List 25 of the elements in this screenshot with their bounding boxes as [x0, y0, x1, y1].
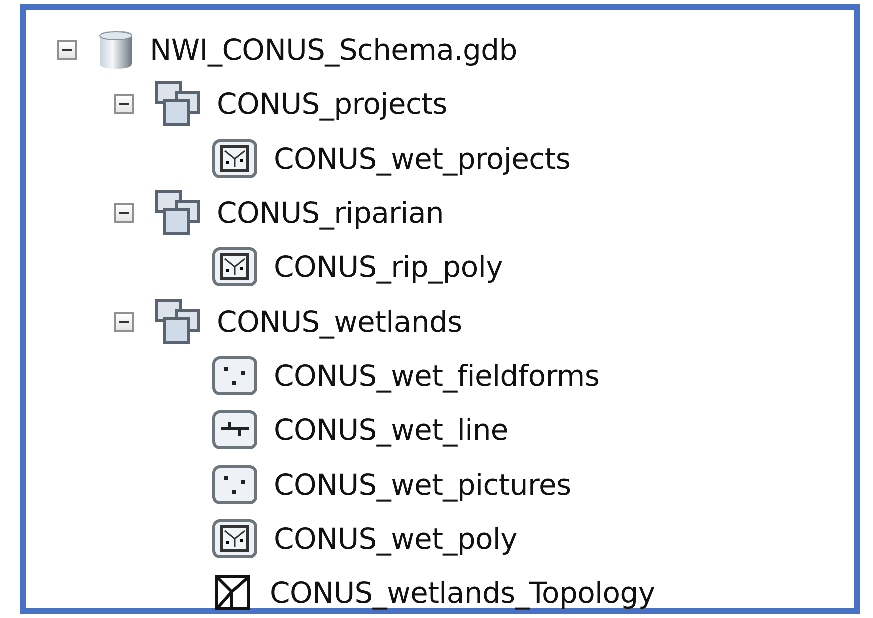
tree-item-label[interactable]: CONUS_wet_line — [274, 413, 508, 448]
polygon-feature-class-icon — [212, 138, 258, 179]
database-icon — [98, 30, 134, 70]
feature-dataset-icon — [155, 190, 201, 236]
tree-item-label[interactable]: NWI_CONUS_Schema.gdb — [150, 33, 518, 68]
tree-item-label[interactable]: CONUS_wetlands — [217, 304, 462, 339]
polygon-feature-class-icon — [212, 247, 258, 288]
point-feature-class-icon — [212, 464, 258, 505]
collapse-toggle[interactable] — [114, 94, 134, 114]
feature-dataset-icon — [155, 81, 201, 128]
tree-item-label[interactable]: CONUS_wet_pictures — [274, 468, 572, 502]
tree-item-label[interactable]: CONUS_riparian — [217, 196, 444, 230]
polygon-feature-class-icon — [212, 518, 258, 559]
collapse-toggle[interactable] — [114, 312, 134, 332]
collapse-toggle[interactable] — [114, 203, 134, 224]
tree-item-label[interactable]: CONUS_wet_projects — [274, 142, 571, 176]
tree-item-label[interactable]: CONUS_wet_poly — [274, 522, 518, 556]
point-feature-class-icon — [212, 356, 258, 396]
tree-item-label[interactable]: CONUS_wetlands_Topology — [270, 576, 656, 610]
tree-item-label[interactable]: CONUS_projects — [217, 87, 448, 122]
feature-dataset-icon — [155, 298, 201, 345]
line-feature-class-icon — [212, 410, 258, 450]
tree-item-label[interactable]: CONUS_wet_fieldforms — [274, 358, 600, 393]
tree-item-label[interactable]: CONUS_rip_poly — [274, 250, 503, 284]
collapse-toggle[interactable] — [57, 40, 77, 60]
